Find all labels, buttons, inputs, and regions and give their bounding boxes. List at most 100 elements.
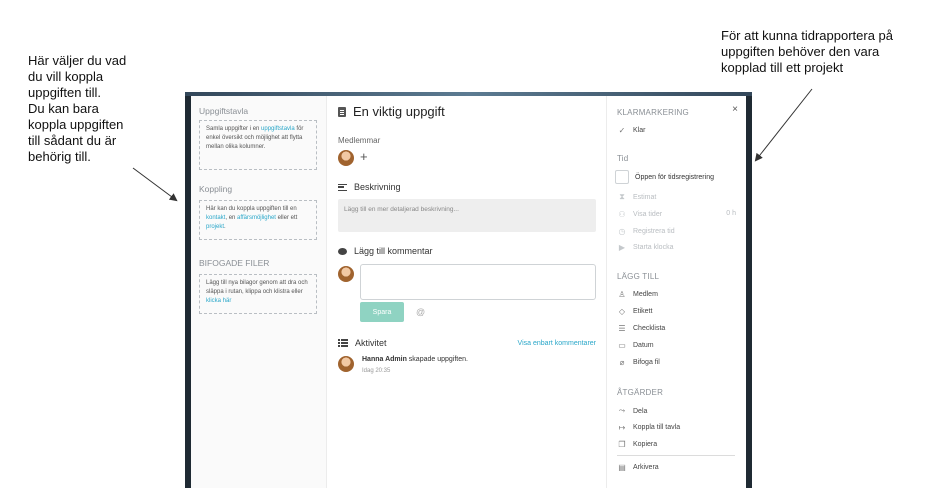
connect-text-mid: , en: [225, 215, 238, 221]
show-times-item: ⚇ Visa tider: [617, 210, 662, 219]
comment-input[interactable]: [360, 264, 596, 300]
board-link[interactable]: uppgiftstavla: [261, 126, 295, 132]
comment-header: Lägg till kommentar: [338, 246, 433, 256]
activity-title: Aktivitet: [355, 338, 387, 348]
add-member-label: Medlem: [633, 291, 658, 298]
register-time-item: ◷ Registrera tid: [617, 227, 675, 236]
right-panel: KLARMARKERING × ✓ Klar Tid Öppen för tid…: [606, 96, 746, 488]
share-label: Dela: [633, 407, 648, 415]
mark-done-label: Klar: [633, 127, 646, 134]
tutorial-screenshot: Här väljer du vad du vill koppla uppgift…: [0, 0, 927, 488]
app-window: Uppgiftstavla Samla uppgifter i en uppgi…: [185, 92, 752, 488]
right-annotation-line: uppgiften behöver den vara: [721, 44, 880, 59]
description-header: Beskrivning: [338, 182, 401, 192]
files-dropzone[interactable]: Lägg till nya bilagor genom att dra och …: [199, 274, 317, 314]
save-button[interactable]: Spara: [360, 302, 404, 322]
archive-item[interactable]: ▤ Arkivera: [617, 463, 659, 472]
comment-bubble-icon: [338, 247, 347, 255]
register-time-label: Registrera tid: [633, 228, 675, 235]
connect-board-label: Koppla till tavla: [633, 424, 681, 431]
add-date-label: Datum: [633, 342, 654, 349]
left-arrow: [132, 167, 178, 202]
mention-icon[interactable]: @: [416, 307, 425, 317]
project-link[interactable]: projekt: [206, 224, 224, 230]
start-clock-label: Starta klocka: [633, 244, 674, 251]
members-label: Medlemmar: [338, 136, 381, 145]
task-title[interactable]: En viktig uppgift: [353, 104, 445, 119]
description-field[interactable]: Lägg till en mer detaljerad beskrivning.…: [338, 199, 596, 232]
add-date-item[interactable]: ▭ Datum: [617, 341, 654, 350]
check-icon: ✓: [618, 126, 626, 135]
checklist-icon: ☰: [618, 324, 626, 333]
time-section-title: Tid: [617, 154, 629, 163]
calendar-icon: ▭: [618, 341, 626, 350]
clipboard-icon: [338, 106, 346, 117]
task-modal: Uppgiftstavla Samla uppgifter i en uppgi…: [191, 96, 746, 488]
add-label-label: Etikett: [633, 308, 653, 315]
people-icon: ⚇: [618, 210, 626, 219]
activity-header: Aktivitet: [338, 338, 387, 348]
contact-link[interactable]: kontakt: [206, 215, 225, 221]
open-time-reg-text: Öppen för tidsregistrering: [635, 174, 714, 181]
board-text-pre: Samla uppgifter i en: [206, 126, 262, 132]
left-annotation-line: du vill koppla: [28, 69, 104, 84]
files-text-pre: Lägg till nya bilagor genom att dra och …: [206, 280, 308, 295]
time-registration-checkbox[interactable]: [615, 170, 629, 184]
right-annotation: För att kunna tidrapportera på uppgiften…: [721, 28, 921, 76]
connect-text-post: .: [224, 224, 226, 230]
estimate-item: ⧗ Estimat: [617, 192, 656, 202]
left-annotation-line: behörig till.: [28, 149, 91, 164]
show-times-label: Visa tider: [633, 211, 663, 218]
copy-label: Kopiera: [633, 441, 658, 448]
description-title: Beskrivning: [354, 182, 401, 192]
left-annotation-line: Här väljer du vad: [28, 53, 127, 68]
add-member-item[interactable]: ♙ Medlem: [617, 290, 658, 299]
left-annotation-line: Du kan bara: [28, 101, 99, 116]
archive-label: Arkivera: [633, 464, 659, 471]
add-member-button[interactable]: +: [360, 149, 368, 164]
done-section-title: KLARMARKERING: [617, 108, 689, 117]
activity-entry: Hanna Admin skapade uppgiften.: [362, 356, 468, 363]
connect-text-mid2: eller ett: [275, 215, 298, 221]
right-annotation-line: För att kunna tidrapportera på: [721, 28, 893, 43]
share-icon: ⤳: [618, 406, 626, 415]
estimate-label: Estimat: [633, 193, 657, 201]
activity-user[interactable]: Hanna Admin: [362, 356, 407, 363]
main-panel: En viktig uppgift Medlemmar + Beskrivnin…: [328, 96, 606, 488]
connect-board-item[interactable]: ↦ Koppla till tavla: [617, 423, 680, 432]
attach-file-item[interactable]: ⌀ Bifoga fil: [617, 358, 660, 367]
activity-time: Idag 20:35: [362, 368, 391, 374]
click-here-link[interactable]: klicka här: [206, 298, 231, 304]
archive-box-icon: ▤: [618, 463, 626, 472]
person-icon: ♙: [618, 290, 626, 299]
open-time-reg-label: Öppen för tidsregistrering: [635, 174, 714, 181]
show-comments-only-link[interactable]: Visa enbart kommentarer: [518, 340, 596, 347]
share-item[interactable]: ⤳ Dela: [617, 406, 648, 416]
avatar: [338, 356, 354, 372]
hourglass-icon: ⧗: [619, 192, 625, 201]
add-label-item[interactable]: ◇ Etikett: [617, 307, 653, 316]
files-section-title: BIFOGADE FILER: [199, 258, 270, 268]
mark-done-button[interactable]: ✓ Klar: [617, 126, 646, 135]
attach-file-label: Bifoga fil: [633, 359, 660, 366]
text-lines-icon: [338, 183, 347, 191]
left-annotation-line: koppla uppgiften: [28, 117, 124, 132]
actions-divider: [617, 455, 735, 456]
close-icon[interactable]: ×: [732, 104, 738, 115]
opportunity-link[interactable]: affärsmöjlighet: [237, 215, 276, 221]
add-checklist-item[interactable]: ☰ Checklista: [617, 324, 665, 333]
copy-icon: ❐: [618, 440, 626, 449]
left-annotation-line: till sådant du är: [28, 133, 117, 148]
hours-value: 0 h: [726, 210, 736, 217]
connect-dropzone[interactable]: Här kan du koppla uppgiften till en kont…: [199, 200, 317, 240]
play-icon: ▶: [618, 243, 626, 252]
activity-text: skapade uppgiften.: [406, 356, 468, 363]
avatar[interactable]: [338, 150, 354, 166]
copy-item[interactable]: ❐ Kopiera: [617, 440, 657, 449]
avatar: [338, 266, 354, 282]
connect-section-title: Koppling: [199, 184, 233, 194]
left-annotation: Här väljer du vad du vill koppla uppgift…: [28, 53, 168, 165]
right-arrow: [754, 88, 813, 162]
add-section-title: LÄGG TILL: [617, 272, 660, 281]
board-dropzone[interactable]: Samla uppgifter i en uppgiftstavla för e…: [199, 120, 317, 170]
